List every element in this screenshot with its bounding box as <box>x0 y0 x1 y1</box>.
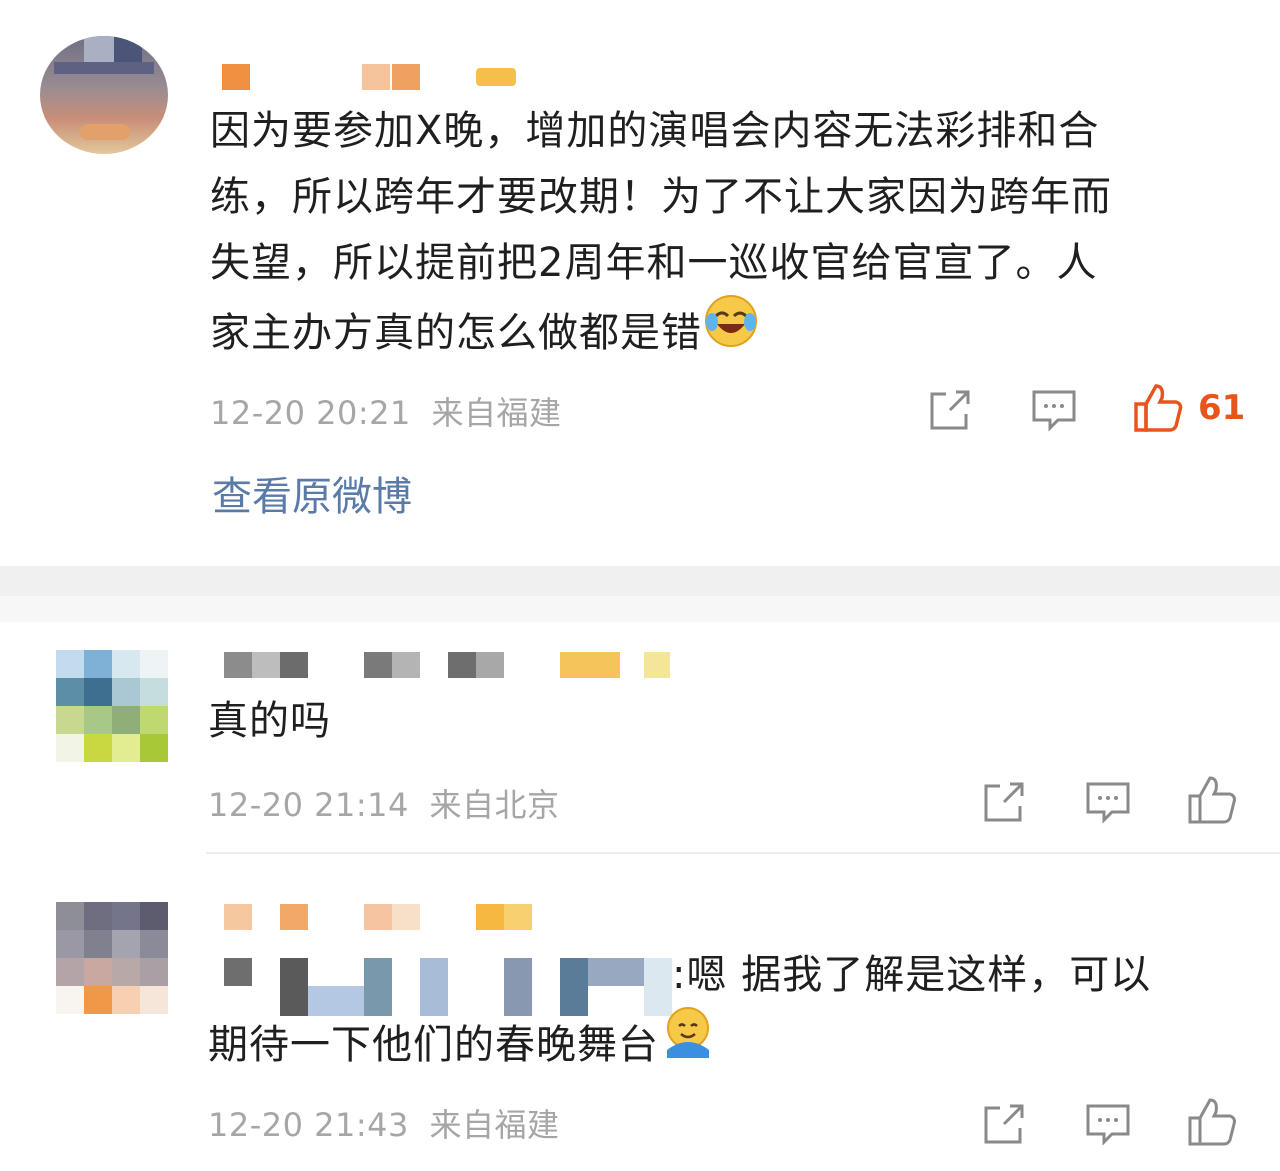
comment-icon[interactable] <box>1084 1100 1132 1148</box>
section-separator <box>0 566 1280 622</box>
username-redacted[interactable] <box>224 652 674 678</box>
comment-text: 因为要参加X晚，增加的演唱会内容无法彩排和合 练，所以跨年才要改期！为了不让大家… <box>210 98 1250 374</box>
hug-emoji-icon <box>659 1004 717 1082</box>
comment-1: 因为要参加X晚，增加的演唱会内容无法彩排和合 练，所以跨年才要改期！为了不让大家… <box>0 0 1280 566</box>
like-count: 61 <box>1198 388 1246 428</box>
comment-text: 真的吗 <box>208 698 331 744</box>
thumbs-up-icon[interactable] <box>1186 1096 1236 1146</box>
comment-line: 练，所以跨年才要改期！为了不让大家因为跨年而 <box>210 174 1112 220</box>
comment-line-text: 家主办方真的怎么做都是错 <box>210 310 702 356</box>
location: 来自福建 <box>429 1106 560 1144</box>
comment-line: 家主办方真的怎么做都是错 <box>210 295 1250 374</box>
timestamp: 12-20 21:14 <box>208 786 409 824</box>
location: 来自福建 <box>431 394 562 432</box>
thumbs-up-icon[interactable] <box>1186 774 1236 824</box>
comment-line: 因为要参加X晚，增加的演唱会内容无法彩排和合 <box>210 108 1100 154</box>
laughing-tears-emoji-icon <box>702 292 760 370</box>
comment-3: :嗯 据我了解是这样，可以 期待一下他们的春晚舞台 12-20 21:43 来自… <box>0 854 1280 1171</box>
username-redacted[interactable] <box>224 904 534 930</box>
comment-meta: 12-20 21:14 来自北京 <box>208 780 560 826</box>
location: 来自北京 <box>429 786 560 824</box>
thumbs-up-icon[interactable] <box>1132 382 1183 432</box>
avatar[interactable] <box>56 650 168 762</box>
comment-2: 真的吗 12-20 21:14 来自北京 <box>0 622 1280 852</box>
username-redacted[interactable] <box>222 64 522 90</box>
comment-text-line1: :嗯 据我了解是这样，可以 <box>672 952 1152 998</box>
comment-text-line2: 期待一下他们的春晚舞台 <box>208 1007 717 1086</box>
comment-icon[interactable] <box>1084 778 1132 826</box>
comment-meta: 12-20 20:21 来自福建 <box>210 388 562 434</box>
comment-meta: 12-20 21:43 来自福建 <box>208 1100 560 1146</box>
comment-icon[interactable] <box>1030 386 1078 434</box>
share-icon[interactable] <box>926 386 974 434</box>
avatar[interactable] <box>40 36 168 154</box>
share-icon[interactable] <box>980 778 1028 826</box>
comment-line-text: 期待一下他们的春晚舞台 <box>208 1022 659 1068</box>
timestamp: 12-20 21:43 <box>208 1106 409 1144</box>
share-icon[interactable] <box>980 1100 1028 1148</box>
timestamp: 12-20 20:21 <box>210 394 411 432</box>
view-original-link[interactable]: 查看原微博 <box>212 464 412 522</box>
avatar[interactable] <box>56 902 168 1014</box>
comment-line: 失望，所以提前把2周年和一巡收官给官宣了。人 <box>210 240 1098 286</box>
